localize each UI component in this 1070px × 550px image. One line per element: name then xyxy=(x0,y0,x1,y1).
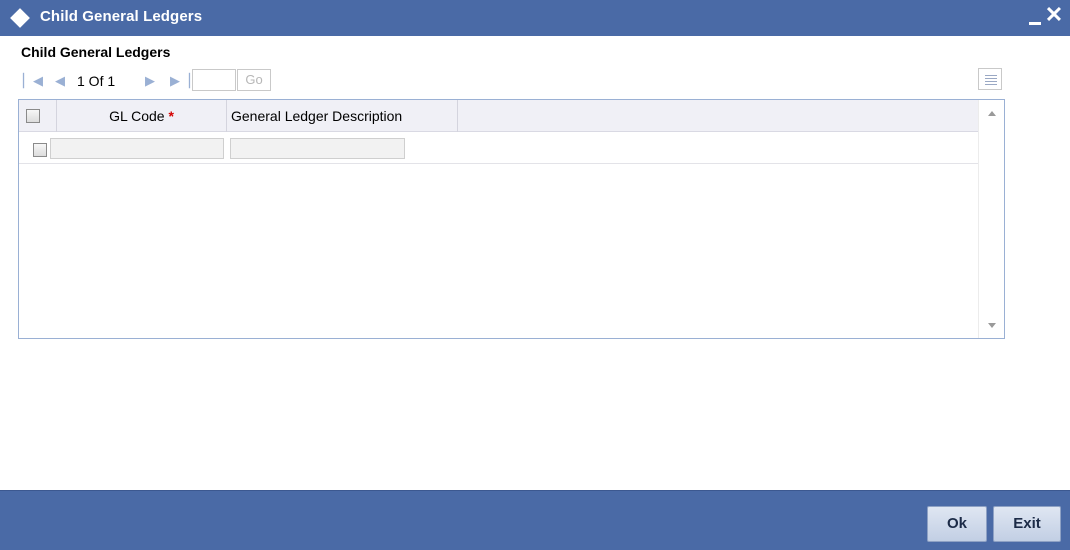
prev-page-icon[interactable]: ◀ xyxy=(55,71,65,91)
exit-button[interactable]: Exit xyxy=(993,506,1061,542)
first-page-icon[interactable]: ▏◀ xyxy=(23,71,43,91)
select-all-checkbox[interactable] xyxy=(26,109,40,123)
scroll-up-icon[interactable] xyxy=(988,111,996,116)
page-number-input[interactable] xyxy=(192,69,236,91)
pager-toolbar: ▏◀ ◀ 1 Of 1 ▶ ▶▕ Go xyxy=(20,67,1004,97)
gl-code-input[interactable] xyxy=(50,138,224,159)
next-page-icon[interactable]: ▶ xyxy=(145,71,155,91)
row-checkbox[interactable] xyxy=(33,143,47,157)
column-settings-icon[interactable] xyxy=(978,68,1002,90)
page-info: 1 Of 1 xyxy=(77,73,116,89)
header-check-cell xyxy=(19,100,57,132)
required-marker: * xyxy=(168,108,174,124)
section-title: Child General Ledgers xyxy=(21,44,171,60)
scroll-down-icon[interactable] xyxy=(988,323,996,328)
table-header: GL Code * General Ledger Description xyxy=(19,100,978,132)
diamond-icon xyxy=(10,8,30,28)
window-title: Child General Ledgers xyxy=(40,8,203,25)
go-button[interactable]: Go xyxy=(237,69,271,91)
ok-button[interactable]: Ok xyxy=(927,506,987,542)
column-header-description[interactable]: General Ledger Description xyxy=(227,100,458,132)
title-bar: Child General Ledgers ✕ xyxy=(0,0,1070,36)
minimize-icon xyxy=(1029,22,1041,25)
child-general-ledgers-window: Child General Ledgers ✕ Child General Le… xyxy=(0,0,1070,550)
gl-table: GL Code * General Ledger Description xyxy=(18,99,1005,339)
footer-bar: Ok Exit xyxy=(0,490,1070,550)
table-row xyxy=(19,133,978,164)
description-input[interactable] xyxy=(230,138,405,159)
last-page-icon[interactable]: ▶▕ xyxy=(170,71,190,91)
gl-code-header-label: GL Code xyxy=(109,108,165,124)
close-button[interactable]: ✕ xyxy=(1043,2,1065,28)
vertical-scrollbar[interactable] xyxy=(978,100,1004,338)
column-header-gl-code[interactable]: GL Code * xyxy=(57,100,227,132)
